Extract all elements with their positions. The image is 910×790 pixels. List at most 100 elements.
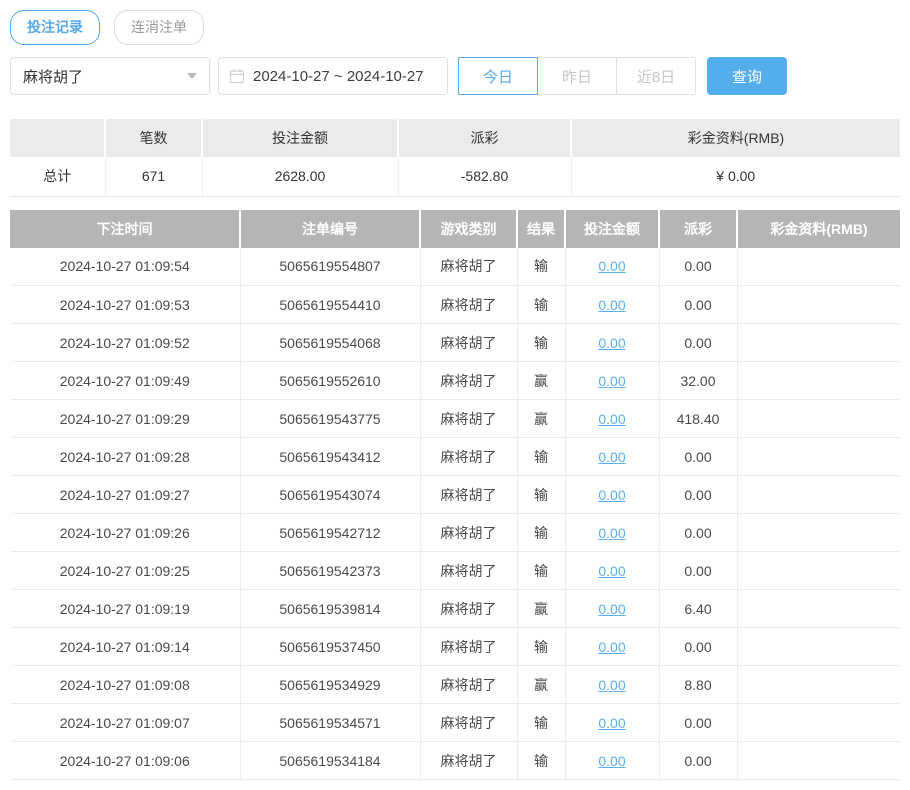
order-id-cell: 5065619534929: [240, 666, 420, 704]
bet-time-cell: 2024-10-27 01:09:08: [10, 666, 240, 704]
bet-amount-cell: 0.00: [565, 400, 659, 438]
bet-amount-link[interactable]: 0.00: [598, 677, 625, 693]
bet-amount-link[interactable]: 0.00: [598, 563, 625, 579]
bet-amount-cell: 0.00: [565, 666, 659, 704]
result-cell: 输: [517, 514, 565, 552]
payout-cell: 0.00: [659, 324, 737, 362]
payout-cell: 0.00: [659, 286, 737, 324]
result-cell: 赢: [517, 666, 565, 704]
table-row: 2024-10-27 01:09:53 5065619554410 麻将胡了 输…: [10, 286, 900, 324]
result-cell: 输: [517, 704, 565, 742]
quick-range-group: 今日 昨日 近8日: [458, 57, 696, 95]
order-id-cell: 5065619543074: [240, 476, 420, 514]
bet-amount-cell: 0.00: [565, 514, 659, 552]
bet-time-cell: 2024-10-27 01:09:52: [10, 324, 240, 362]
bet-amount-link[interactable]: 0.00: [598, 601, 625, 617]
summary-header-row: 笔数 投注金额 派彩 彩金资料(RMB): [10, 119, 900, 157]
summary-total-label: 总计: [10, 157, 105, 196]
result-cell: 输: [517, 742, 565, 780]
tab-bet-records[interactable]: 投注记录: [10, 10, 100, 44]
summary-header-empty: [10, 119, 105, 157]
top-tabs: 投注记录 连消注单: [10, 10, 900, 45]
table-row: 2024-10-27 01:09:27 5065619543074 麻将胡了 输…: [10, 476, 900, 514]
bet-amount-link[interactable]: 0.00: [598, 297, 625, 313]
bet-time-cell: 2024-10-27 01:09:07: [10, 704, 240, 742]
bet-time-cell: 2024-10-27 01:09:25: [10, 552, 240, 590]
summary-count-value: 671: [105, 157, 202, 196]
game-select-value: 麻将胡了: [23, 66, 83, 87]
table-row: 2024-10-27 01:09:52 5065619554068 麻将胡了 输…: [10, 324, 900, 362]
game-type-cell: 麻将胡了: [420, 438, 517, 476]
game-type-cell: 麻将胡了: [420, 552, 517, 590]
game-type-cell: 麻将胡了: [420, 514, 517, 552]
payout-cell: 0.00: [659, 248, 737, 286]
bet-amount-link[interactable]: 0.00: [598, 449, 625, 465]
bet-time-cell: 2024-10-27 01:09:29: [10, 400, 240, 438]
bet-amount-cell: 0.00: [565, 742, 659, 780]
header-bonus: 彩金资料(RMB): [737, 210, 900, 248]
bet-amount-cell: 0.00: [565, 438, 659, 476]
table-row: 2024-10-27 01:09:19 5065619539814 麻将胡了 赢…: [10, 590, 900, 628]
table-row: 2024-10-27 01:09:14 5065619537450 麻将胡了 输…: [10, 628, 900, 666]
date-range-input[interactable]: 2024-10-27 ~ 2024-10-27: [218, 57, 448, 95]
payout-cell: 32.00: [659, 362, 737, 400]
bet-time-cell: 2024-10-27 01:09:28: [10, 438, 240, 476]
bet-table: 下注时间 注单编号 游戏类别 结果 投注金额 派彩 彩金资料(RMB) 2024…: [10, 210, 900, 781]
game-type-cell: 麻将胡了: [420, 742, 517, 780]
payout-cell: 0.00: [659, 438, 737, 476]
order-id-cell: 5065619542373: [240, 552, 420, 590]
header-game-type: 游戏类别: [420, 210, 517, 248]
result-cell: 赢: [517, 362, 565, 400]
payout-cell: 0.00: [659, 476, 737, 514]
bonus-cell: [737, 742, 900, 780]
header-result: 结果: [517, 210, 565, 248]
game-select[interactable]: 麻将胡了: [10, 57, 210, 95]
table-row: 2024-10-27 01:09:07 5065619534571 麻将胡了 输…: [10, 704, 900, 742]
order-id-cell: 5065619542712: [240, 514, 420, 552]
game-type-cell: 麻将胡了: [420, 476, 517, 514]
table-row: 2024-10-27 01:09:29 5065619543775 麻将胡了 赢…: [10, 400, 900, 438]
calendar-icon: [229, 68, 245, 84]
game-type-cell: 麻将胡了: [420, 628, 517, 666]
bet-time-cell: 2024-10-27 01:09:19: [10, 590, 240, 628]
result-cell: 输: [517, 286, 565, 324]
bet-time-cell: 2024-10-27 01:09:54: [10, 248, 240, 286]
bet-amount-link[interactable]: 0.00: [598, 639, 625, 655]
game-type-cell: 麻将胡了: [420, 400, 517, 438]
yesterday-button[interactable]: 昨日: [537, 57, 617, 95]
result-cell: 赢: [517, 590, 565, 628]
order-id-cell: 5065619554410: [240, 286, 420, 324]
query-button[interactable]: 查询: [707, 57, 787, 95]
bet-amount-link[interactable]: 0.00: [598, 373, 625, 389]
bonus-cell: [737, 400, 900, 438]
today-button[interactable]: 今日: [458, 57, 538, 95]
bet-amount-link[interactable]: 0.00: [598, 715, 625, 731]
payout-cell: 0.00: [659, 514, 737, 552]
last-8-days-button[interactable]: 近8日: [616, 57, 696, 95]
bet-amount-cell: 0.00: [565, 286, 659, 324]
tab-cancelled-orders[interactable]: 连消注单: [114, 10, 204, 44]
game-type-cell: 麻将胡了: [420, 362, 517, 400]
bet-amount-cell: 0.00: [565, 476, 659, 514]
summary-header-count: 笔数: [105, 119, 202, 157]
bonus-cell: [737, 324, 900, 362]
bonus-cell: [737, 704, 900, 742]
summary-header-payout: 派彩: [398, 119, 571, 157]
order-id-cell: 5065619534571: [240, 704, 420, 742]
game-type-cell: 麻将胡了: [420, 590, 517, 628]
payout-cell: 0.00: [659, 704, 737, 742]
bet-amount-link[interactable]: 0.00: [598, 487, 625, 503]
bet-amount-link[interactable]: 0.00: [598, 525, 625, 541]
header-payout: 派彩: [659, 210, 737, 248]
game-type-cell: 麻将胡了: [420, 324, 517, 362]
bet-records-page: 投注记录 连消注单 麻将胡了 2024-10-27 ~ 2024-10-27 今…: [0, 0, 910, 790]
bet-amount-link[interactable]: 0.00: [598, 335, 625, 351]
bet-amount-cell: 0.00: [565, 552, 659, 590]
bet-amount-cell: 0.00: [565, 628, 659, 666]
result-cell: 赢: [517, 400, 565, 438]
bet-amount-link[interactable]: 0.00: [598, 411, 625, 427]
bet-amount-link[interactable]: 0.00: [598, 258, 625, 274]
result-cell: 输: [517, 476, 565, 514]
summary-bet-amount-value: 2628.00: [202, 157, 398, 196]
bet-amount-link[interactable]: 0.00: [598, 753, 625, 769]
